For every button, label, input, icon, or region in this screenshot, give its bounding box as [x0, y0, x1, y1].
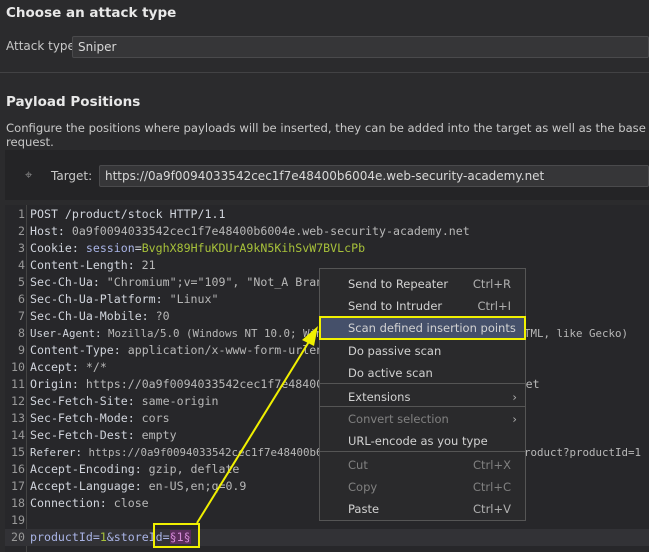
- annotation-arrow: [196, 326, 318, 524]
- arrow-head: [302, 326, 318, 346]
- arrow-line: [196, 339, 311, 524]
